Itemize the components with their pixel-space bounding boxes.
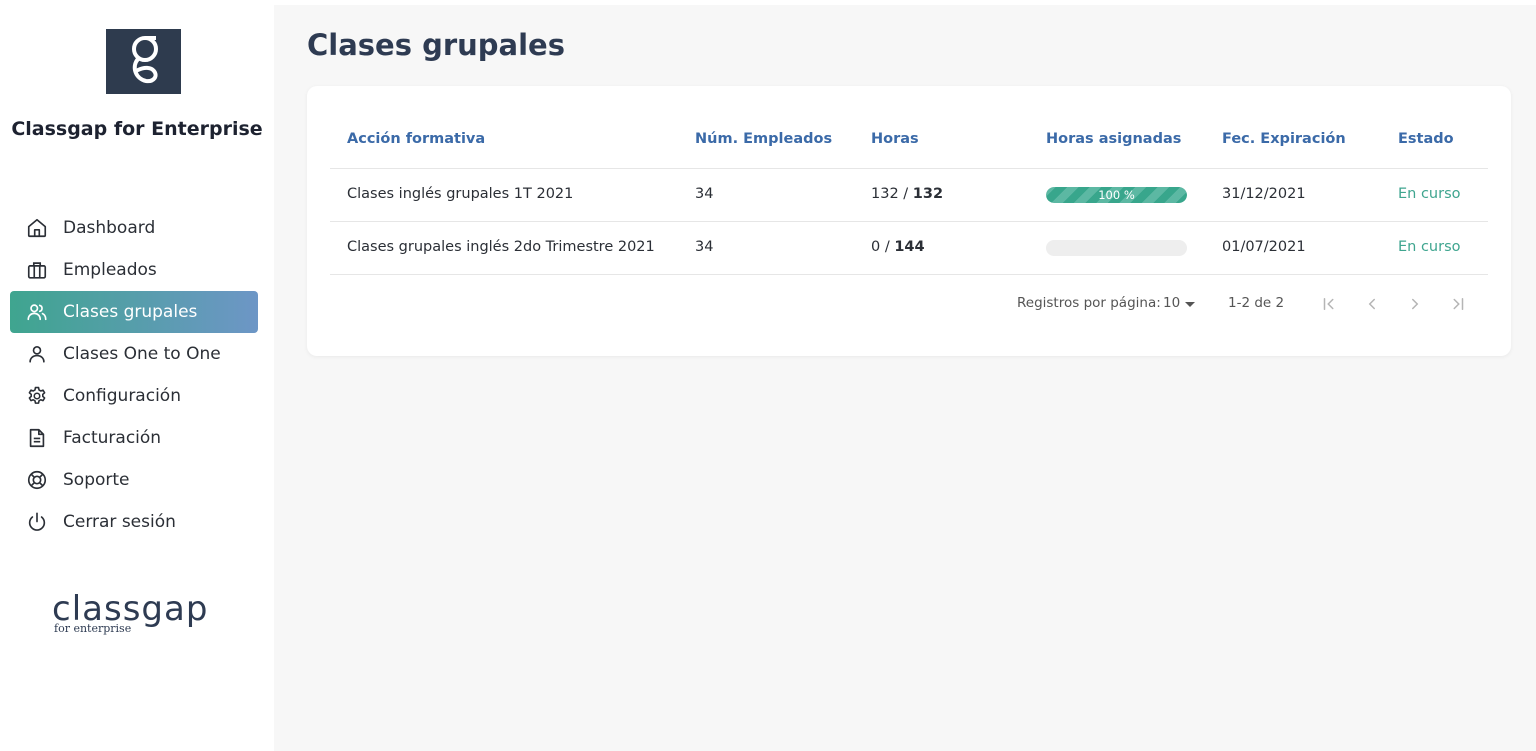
sidebar: Classgap for Enterprise Dashboard Emplea… bbox=[0, 0, 274, 751]
main-content: Clases grupales Acción formativa Núm. Em… bbox=[274, 5, 1536, 751]
hours-used: 132 bbox=[871, 186, 899, 202]
cell-horas: 132 / 132 bbox=[871, 186, 944, 202]
sidebar-item-label: Soporte bbox=[63, 470, 130, 490]
sidebar-item-label: Empleados bbox=[63, 260, 157, 280]
last-page-button[interactable] bbox=[1446, 292, 1470, 316]
sidebar-item-dashboard[interactable]: Dashboard bbox=[10, 207, 258, 249]
user-icon bbox=[25, 342, 49, 366]
next-page-button[interactable] bbox=[1403, 292, 1427, 316]
users-icon bbox=[25, 300, 49, 324]
hours-progress-bar bbox=[1046, 240, 1187, 256]
brand-name: Classgap for Enterprise bbox=[11, 118, 263, 140]
chevron-right-icon bbox=[1412, 298, 1419, 310]
sidebar-item-clases-one-to-one[interactable]: Clases One to One bbox=[10, 333, 258, 375]
cell-accion: Clases inglés grupales 1T 2021 bbox=[347, 186, 574, 202]
column-header-horas[interactable]: Horas bbox=[871, 131, 919, 147]
progress-label: 100 % bbox=[1098, 188, 1135, 202]
sidebar-item-label: Facturación bbox=[63, 428, 162, 448]
app-logo[interactable] bbox=[106, 29, 181, 94]
page-title: Clases grupales bbox=[307, 28, 565, 62]
classgap-bottom-logo: classgap for enterprise bbox=[52, 589, 222, 640]
hours-total: 132 bbox=[912, 186, 944, 202]
sidebar-item-label: Clases grupales bbox=[63, 302, 198, 322]
g-logo-icon bbox=[132, 36, 158, 84]
sidebar-item-label: Configuración bbox=[63, 386, 181, 406]
rows-per-page-label: Registros por página: bbox=[1017, 295, 1161, 311]
sidebar-item-label: Cerrar sesión bbox=[63, 512, 176, 532]
caret-down-icon bbox=[1185, 301, 1196, 307]
classes-table-card: Acción formativa Núm. Empleados Horas Ho… bbox=[307, 86, 1511, 356]
cell-expiracion: 01/07/2021 bbox=[1222, 239, 1306, 255]
sidebar-nav: Dashboard Empleados Clases grupales Clas… bbox=[10, 207, 258, 543]
sidebar-item-facturacion[interactable]: Facturación bbox=[10, 417, 258, 459]
power-icon bbox=[25, 510, 49, 534]
rows-per-page-select[interactable]: 10 bbox=[1163, 295, 1196, 311]
pagination-range: 1-2 de 2 bbox=[1228, 295, 1285, 311]
previous-page-button[interactable] bbox=[1360, 292, 1384, 316]
cell-expiracion: 31/12/2021 bbox=[1222, 186, 1306, 202]
hours-used: 0 bbox=[871, 239, 881, 255]
cell-horas: 0 / 144 bbox=[871, 239, 925, 255]
cell-accion: Clases grupales inglés 2do Trimestre 202… bbox=[347, 239, 655, 255]
sidebar-item-configuracion[interactable]: Configuración bbox=[10, 375, 258, 417]
pagination: Registros por página: 10 1-2 de 2 bbox=[307, 294, 1511, 314]
sidebar-item-cerrar-sesion[interactable]: Cerrar sesión bbox=[10, 501, 258, 543]
sidebar-item-label: Clases One to One bbox=[63, 344, 221, 364]
progress-fill: 100 % bbox=[1046, 187, 1187, 203]
table-row[interactable]: Clases inglés grupales 1T 2021 34 132 / … bbox=[330, 169, 1488, 222]
gear-icon bbox=[25, 384, 49, 408]
table-row[interactable]: Clases grupales inglés 2do Trimestre 202… bbox=[330, 222, 1488, 275]
cell-empleados: 34 bbox=[695, 186, 714, 202]
sidebar-item-label: Dashboard bbox=[63, 218, 156, 238]
sidebar-item-soporte[interactable]: Soporte bbox=[10, 459, 258, 501]
briefcase-icon bbox=[25, 258, 49, 282]
hours-total: 144 bbox=[894, 239, 925, 255]
bottom-logo-subtitle: for enterprise bbox=[54, 622, 131, 635]
first-page-button[interactable] bbox=[1317, 292, 1341, 316]
sidebar-item-clases-grupales[interactable]: Clases grupales bbox=[10, 291, 258, 333]
column-header-accion[interactable]: Acción formativa bbox=[347, 131, 485, 147]
column-header-horas-asignadas[interactable]: Horas asignadas bbox=[1046, 131, 1181, 147]
lifebuoy-icon bbox=[25, 468, 49, 492]
last-page-icon bbox=[1453, 298, 1464, 310]
column-header-empleados[interactable]: Núm. Empleados bbox=[695, 131, 832, 147]
status-label: En curso bbox=[1398, 239, 1461, 255]
column-header-expiracion[interactable]: Fec. Expiración bbox=[1222, 131, 1346, 147]
rows-per-page-value: 10 bbox=[1163, 295, 1181, 311]
first-page-icon bbox=[1323, 298, 1334, 310]
table-header: Acción formativa Núm. Empleados Horas Ho… bbox=[330, 116, 1488, 169]
chevron-left-icon bbox=[1368, 298, 1375, 310]
column-header-estado[interactable]: Estado bbox=[1398, 131, 1454, 147]
home-icon bbox=[25, 216, 49, 240]
hours-progress-bar: 100 % bbox=[1046, 187, 1187, 203]
status-label: En curso bbox=[1398, 186, 1461, 202]
sidebar-item-empleados[interactable]: Empleados bbox=[10, 249, 258, 291]
document-icon bbox=[25, 426, 49, 450]
cell-empleados: 34 bbox=[695, 239, 714, 255]
